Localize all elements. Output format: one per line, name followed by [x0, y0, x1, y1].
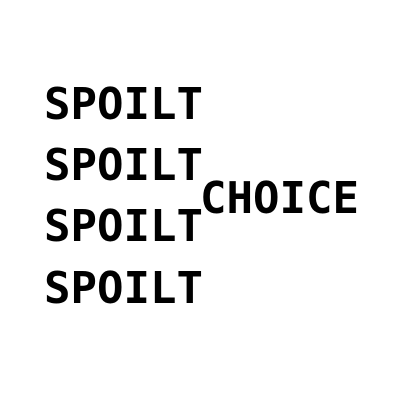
word-spoilt-2: SPOILT: [44, 140, 203, 191]
word-spoilt-4: SPOILT: [44, 263, 203, 314]
word-spoilt-1: SPOILT: [44, 79, 203, 130]
word-choice: CHOICE: [200, 173, 359, 224]
word-spoilt-3: SPOILT: [44, 201, 203, 252]
